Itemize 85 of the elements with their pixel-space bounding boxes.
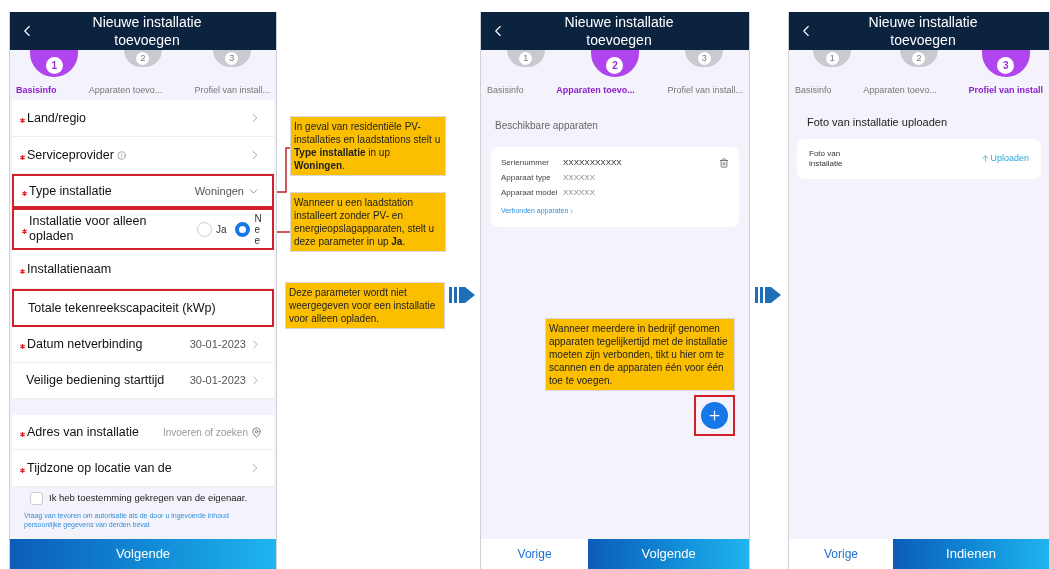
step-tab[interactable]: Apparaten toevo... [556,84,635,98]
form-row[interactable]: Veilige bediening starttijd 30-01-2023 [12,363,274,399]
form-row[interactable]: Land/regio [12,100,274,137]
form-row[interactable]: Installatienaam [12,250,274,289]
section-title: Beschikbare apparaten [494,119,599,133]
next-button[interactable]: Volgende [10,539,276,569]
device-value: XXXXXX [563,187,595,199]
screen-title: Nieuwe installatie toevoegen [563,13,675,49]
step-number: 1 [45,57,63,74]
field-value: 30-01-2023 [189,337,246,353]
device-label: Apparaat type [501,173,552,183]
device-label: Apparaat model [501,188,559,198]
form-row[interactable]: Tijdzone op locatie van de [12,450,274,487]
callout-note: Wanneer u een laadstation installeert zonder PV- en energieopslagapparaten, stelt u deze parameter in up Ja. [290,192,446,252]
location-icon[interactable] [251,426,262,438]
required-mark-icon [20,268,25,274]
consent-label: Ik heb toestemming gekregen van de eigenaar. [49,491,248,505]
next-button[interactable]: Indienen [893,539,1049,569]
step-number: 2 [912,52,926,65]
upload-icon [981,154,991,163]
step-number: 1 [519,52,533,65]
field-label: Installatie voor alleen opladen [29,214,148,244]
step-tab[interactable]: Basisinfo [487,84,524,98]
next-button[interactable]: Volgende [588,539,749,569]
device-value: XXXXXX [563,172,595,184]
required-mark-icon [22,228,27,234]
field-label: Land/regio [27,110,87,126]
radio-label: Ja [215,222,227,237]
field-label: Tijdzone op locatie van de [27,460,172,476]
back-button[interactable]: Vorige [481,539,589,569]
field-label: Adres van installatie [27,424,139,440]
chevron-right-icon [568,207,576,215]
form-row[interactable]: Type installatie Woningen [12,174,274,208]
required-mark-icon [20,154,25,160]
field-label: Installatienaam [27,261,113,277]
screen-title: Nieuwe installatie toevoegen [91,13,203,49]
step-number: 2 [136,52,150,65]
step-tab[interactable]: Profiel van install... [667,84,743,98]
flow-arrow-icon [755,284,783,306]
required-mark-icon [20,344,25,349]
step-number: 2 [606,57,624,74]
required-mark-icon [20,431,25,437]
info-icon[interactable] [116,150,126,160]
back-button[interactable]: Vorige [789,539,893,569]
device-value: XXXXXXXXXXX [563,157,622,169]
step-tab[interactable]: Basisinfo [16,84,57,98]
field-label: Serviceprovider [27,147,114,163]
required-mark-icon [20,467,25,473]
radio-button[interactable] [196,221,212,237]
callout-note: Deze parameter wordt niet weergegeven voor een installatie voor alleen opladen. [285,282,445,329]
field-label: Veilige bediening starttijd [26,373,165,388]
form-row[interactable]: Installatie voor alleen opladen Ja Nee [12,208,274,250]
step-number: 3 [997,57,1015,74]
step-number: 3 [225,52,239,65]
step-tab[interactable]: Apparaten toevo... [863,84,937,98]
field-label: Totale tekenreekscapaciteit (kWp) [28,300,217,316]
form-row[interactable]: Totale tekenreekscapaciteit (kWp) [12,289,274,327]
section-title: Foto van installatie uploaden [806,115,949,130]
form-row[interactable]: Serviceprovider [12,137,274,174]
step-number: 1 [825,52,839,65]
consent-checkbox[interactable] [30,491,43,505]
radio-label: Nee [254,212,260,246]
upload-label: Foto van installatie [809,148,844,169]
form-row[interactable]: Adres van installatie Invoeren of zoeken [12,415,274,450]
plus-icon [707,407,722,423]
device-label: Serienummer [501,158,550,168]
flow-arrow-icon [449,284,477,306]
required-mark-icon [20,117,25,123]
step-tab[interactable]: Apparaten toevo... [88,84,163,98]
step-tab[interactable]: Profiel van install... [194,84,270,98]
step-number: 3 [697,52,711,65]
screen-title: Nieuwe installatie toevoegen [867,13,979,49]
step-tab[interactable]: Basisinfo [795,84,832,98]
callout-note: In geval van residentiële PV-installaties en laadstations stelt u Type installatie in up Woningen. [290,116,446,176]
add-button[interactable] [701,401,728,429]
required-mark-icon [22,190,27,196]
form-row[interactable]: Datum netverbinding 30-01-2023 [12,327,274,363]
field-label: Type installatie [29,183,112,199]
step-tab[interactable]: Profiel van install [968,84,1043,98]
radio-button[interactable] [235,221,251,237]
delete-icon[interactable] [719,158,729,168]
field-value: Woningen [194,183,244,199]
field-value: 30-01-2023 [189,373,246,389]
field-label: Datum netverbinding [27,337,143,352]
callout-note: Wanneer meerdere in bedrijf genomen apparaten tegelijkertijd met de installatie moeten zijn verbonden, tikt u hier om te scannen en de apparaten één voor één toe te voegen. [545,317,735,391]
